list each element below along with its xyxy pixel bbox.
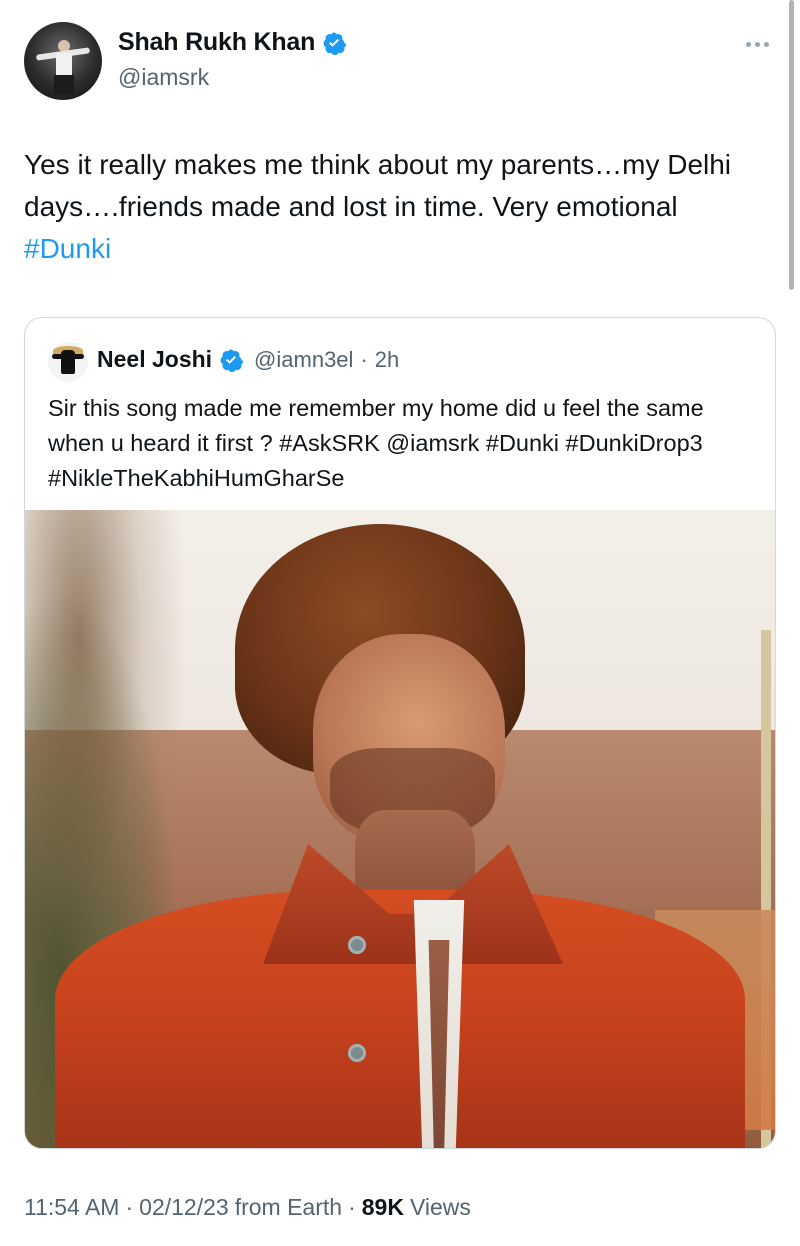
quoted-time-separator: · xyxy=(360,346,368,372)
views-count: 89K xyxy=(361,1194,404,1220)
meta-separator: · xyxy=(125,1194,134,1220)
quoted-author-name[interactable]: Neel Joshi xyxy=(97,346,212,373)
profile-avatar[interactable] xyxy=(24,22,102,100)
tweet-source: from Earth xyxy=(234,1194,343,1220)
more-dot-icon xyxy=(745,41,751,47)
hashtag-dunki[interactable]: #Dunki xyxy=(24,233,111,264)
tweet-date[interactable]: 02/12/23 xyxy=(139,1194,229,1221)
quoted-tweet-image[interactable] xyxy=(25,510,775,1148)
quoted-author-row: Neel Joshi @iamn3el · 2h xyxy=(97,346,399,373)
scrollbar[interactable] xyxy=(789,0,794,290)
views-label: Views xyxy=(409,1194,471,1220)
more-dot-icon xyxy=(754,41,760,47)
quoted-tweet-card[interactable]: Neel Joshi @iamn3el · 2h Sir this song m… xyxy=(24,317,776,1149)
quoted-author-avatar[interactable] xyxy=(48,342,88,382)
quoted-timestamp[interactable]: 2h xyxy=(375,347,399,373)
avatar-figure-body xyxy=(56,53,72,77)
tweet-time[interactable]: 11:54 AM xyxy=(24,1194,119,1221)
author-display-name[interactable]: Shah Rukh Khan xyxy=(118,28,315,57)
avatar-figure-legs xyxy=(54,75,74,95)
jacket-button xyxy=(348,936,366,954)
author-handle[interactable]: @iamsrk xyxy=(118,64,209,91)
jacket-button xyxy=(348,1044,366,1062)
avatar-body-shape xyxy=(61,350,75,374)
quoted-author-handle[interactable]: @iamn3el xyxy=(254,347,353,373)
tweet-text-main: Yes it really makes me think about my pa… xyxy=(24,149,732,222)
verified-badge-icon xyxy=(323,32,347,55)
tweet-text: Yes it really makes me think about my pa… xyxy=(24,144,764,270)
more-options-button[interactable] xyxy=(740,34,774,54)
meta-separator: · xyxy=(348,1194,356,1220)
more-dot-icon xyxy=(763,41,769,47)
quoted-tweet-text: Sir this song made me remember my home d… xyxy=(48,395,704,491)
author-name-row: Shah Rukh Khan xyxy=(118,28,347,57)
verified-badge-icon xyxy=(220,349,244,372)
tweet-meta: 11:54 AM · 02/12/23 from Earth · 89K Vie… xyxy=(24,1194,471,1221)
